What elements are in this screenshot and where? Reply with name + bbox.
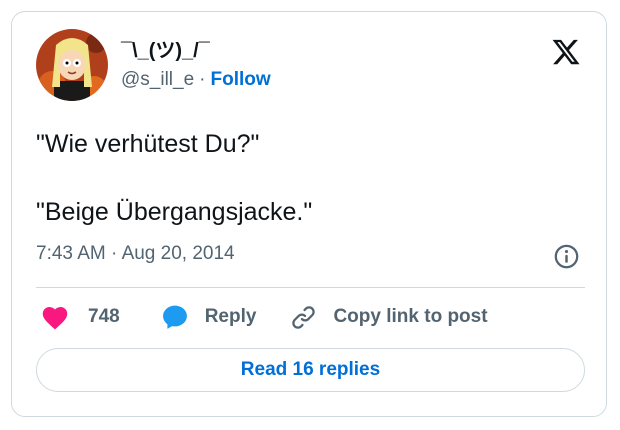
divider bbox=[36, 287, 585, 288]
read-replies-label: Read 16 replies bbox=[240, 359, 381, 380]
reply-label: Reply bbox=[204, 306, 257, 327]
action-bar: 748 Reply Copy link to post bbox=[36, 302, 488, 332]
link-icon bbox=[292, 305, 316, 329]
like-button[interactable]: 748 bbox=[36, 304, 120, 330]
tweet-date[interactable]: Aug 20, 2014 bbox=[122, 243, 235, 264]
tweet-time[interactable]: 7:43 AM bbox=[36, 243, 106, 264]
handle-separator: · bbox=[199, 69, 206, 90]
copy-link-label: Copy link to post bbox=[333, 306, 488, 327]
read-replies-button[interactable]: Read 16 replies bbox=[36, 348, 585, 392]
tweet-text-spacer bbox=[36, 159, 576, 197]
follow-button[interactable]: Follow bbox=[210, 69, 270, 90]
author-display-name[interactable]: ¯\_(ツ)_/¯ bbox=[121, 34, 210, 63]
timestamp-separator: · bbox=[111, 243, 118, 264]
x-logo-icon[interactable] bbox=[551, 37, 581, 67]
like-count: 748 bbox=[88, 306, 120, 327]
copy-link-button[interactable]: Copy link to post bbox=[290, 304, 488, 331]
tweet-text: "Wie verhütest Du?" "Beige Übergangsjack… bbox=[36, 129, 576, 227]
tweet-text-line: "Beige Übergangsjacke." bbox=[36, 198, 313, 226]
heart-icon bbox=[42, 306, 68, 330]
reply-button[interactable]: Reply bbox=[162, 304, 257, 330]
author-handle[interactable]: @s_ill_e bbox=[121, 69, 194, 90]
tweet-card: ¯\_(ツ)_/¯ @s_ill_e · Follow "Wie verhütest… bbox=[11, 11, 607, 417]
avatar-image bbox=[36, 29, 108, 101]
tweet-text-line: "Wie verhütest Du?" bbox=[36, 130, 260, 158]
speech-bubble-icon bbox=[162, 305, 187, 329]
avatar[interactable] bbox=[36, 29, 108, 101]
info-icon[interactable] bbox=[553, 243, 580, 270]
author-handle-row: @s_ill_e · Follow bbox=[121, 69, 271, 91]
tweet-timestamp[interactable]: 7:43 AM · Aug 20, 2014 bbox=[36, 243, 235, 265]
